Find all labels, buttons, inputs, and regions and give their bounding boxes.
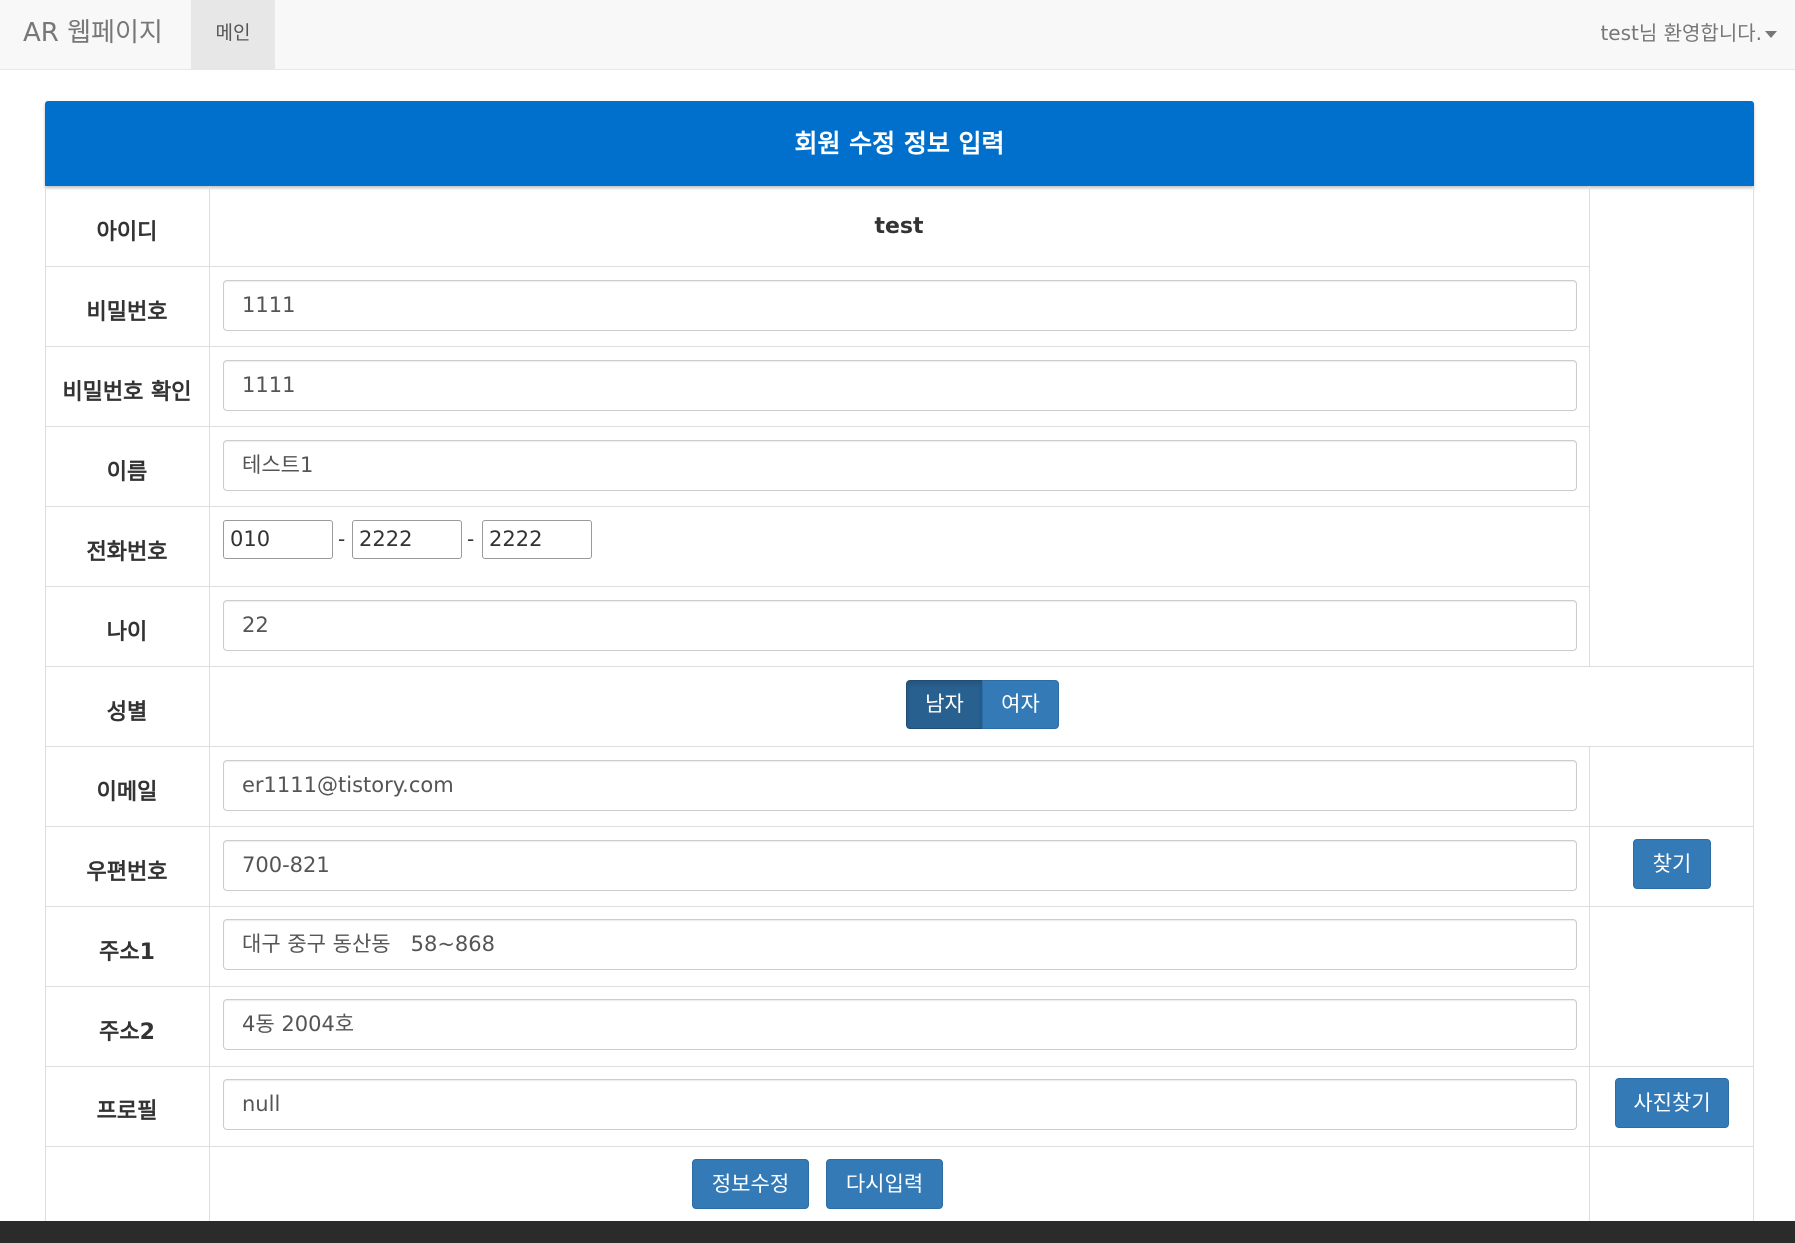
row-divider <box>45 346 1589 347</box>
top-navbar: AR 웹페이지 메인 test님 환영합니다. <box>0 0 1795 70</box>
age-label: 나이 <box>106 620 148 645</box>
gender-label: 성별 <box>106 700 148 725</box>
row-divider <box>45 1146 1754 1147</box>
table-divider-right-bottom <box>1589 746 1590 1221</box>
address1-field[interactable]: 대구 중구 동산동 58~868 <box>223 919 1577 970</box>
table-divider-right-top <box>1589 186 1590 667</box>
password-confirm-field[interactable]: 1111 <box>223 360 1577 411</box>
address2-field[interactable]: 4동 2004호 <box>223 999 1577 1050</box>
bottom-bar <box>0 1221 1795 1243</box>
zip-label: 우편번호 <box>86 860 168 885</box>
password-field[interactable]: 1111 <box>223 280 1577 331</box>
profile-label: 프로필 <box>96 1099 158 1124</box>
profile-field[interactable]: null <box>223 1079 1577 1130</box>
submit-button[interactable]: 정보수정 <box>692 1159 809 1209</box>
photo-search-button[interactable]: 사진찾기 <box>1615 1078 1729 1128</box>
row-divider <box>45 666 1754 667</box>
zip-field[interactable]: 700-821 <box>223 840 1577 891</box>
address2-label: 주소2 <box>99 1020 155 1045</box>
caret-down-icon <box>1765 31 1777 38</box>
email-label: 이메일 <box>96 780 158 805</box>
user-greeting: test님 환영합니다. <box>1600 21 1762 45</box>
gender-female-toggle[interactable]: 여자 <box>982 680 1059 729</box>
password-confirm-label: 비밀번호 확인 <box>62 380 192 405</box>
row-divider <box>45 746 1754 747</box>
phone-separator: - <box>467 527 475 551</box>
gender-male-toggle[interactable]: 남자 <box>906 680 983 729</box>
phone-part-3-input[interactable]: 2222 <box>482 520 592 559</box>
password-label: 비밀번호 <box>86 300 168 325</box>
row-divider <box>45 266 1589 267</box>
user-menu[interactable]: test님 환영합니다. <box>1600 0 1777 70</box>
email-field[interactable]: er1111@tistory.com <box>223 760 1577 811</box>
phone-part-2-input[interactable]: 2222 <box>352 520 462 559</box>
name-label: 이름 <box>106 460 148 485</box>
age-field[interactable]: 22 <box>223 600 1577 651</box>
row-divider <box>45 826 1754 827</box>
id-value: test <box>874 214 924 239</box>
id-label: 아이디 <box>96 220 158 245</box>
row-divider <box>45 906 1754 907</box>
row-divider <box>45 1066 1754 1067</box>
reset-button[interactable]: 다시입력 <box>826 1159 943 1209</box>
row-divider <box>45 586 1589 587</box>
brand-logo[interactable]: AR 웹페이지 <box>23 0 163 70</box>
address1-label: 주소1 <box>99 940 155 965</box>
row-divider <box>45 506 1589 507</box>
form-title: 회원 수정 정보 입력 <box>45 101 1754 186</box>
row-divider <box>45 426 1589 427</box>
phone-part-1-input[interactable]: 010 <box>223 520 333 559</box>
phone-separator: - <box>338 527 346 551</box>
zip-search-button[interactable]: 찾기 <box>1633 839 1711 889</box>
nav-tab-main[interactable]: 메인 <box>191 0 275 70</box>
name-field[interactable]: 테스트1 <box>223 440 1577 491</box>
row-divider <box>45 986 1589 987</box>
phone-label: 전화번호 <box>86 540 168 565</box>
